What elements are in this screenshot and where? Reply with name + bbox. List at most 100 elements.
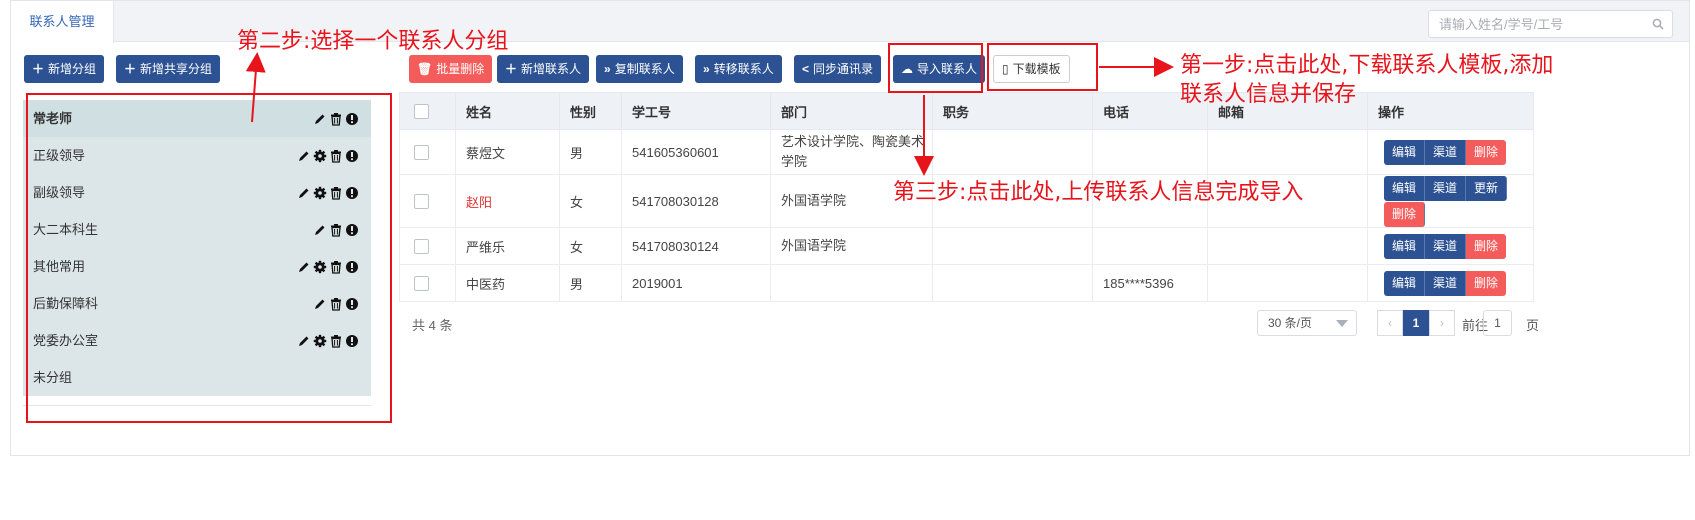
table-row[interactable]: 严维乐女 541708030124 外国语学院 编辑 渠道 删除	[399, 227, 1534, 265]
cell-phone: 185****5396	[1092, 264, 1208, 302]
cell-actions: 编辑 渠道 删除	[1367, 129, 1534, 175]
cell-id: 541708030128	[621, 174, 771, 228]
cell-dept: 艺术设计学院、陶瓷美术学院	[770, 129, 933, 175]
add-contact-button[interactable]: ＋新增联系人	[497, 55, 590, 83]
col-header-title: 职务	[932, 92, 1093, 130]
trash-icon: 🗑	[417, 62, 433, 76]
plus-icon: ＋	[32, 62, 45, 76]
cell-title	[932, 264, 1093, 302]
row-checkbox[interactable]	[414, 239, 429, 255]
plus-icon: ＋	[505, 62, 518, 76]
cell-gender: 男	[559, 129, 622, 175]
cell-actions: 编辑 渠道 删除	[1367, 264, 1534, 302]
cell-title	[932, 129, 1093, 175]
add-shared-group-button[interactable]: ＋新增共享分组	[116, 55, 221, 83]
page-size-select[interactable]: 30 条/页	[1257, 310, 1357, 336]
batch-delete-label: 批量删除	[436, 62, 485, 76]
annotation-box-groups	[26, 93, 392, 423]
row-select-cell	[399, 264, 456, 302]
double-chevron-icon: »	[703, 62, 710, 76]
cell-gender: 女	[559, 227, 622, 265]
page-suffix: 页	[1526, 318, 1540, 333]
cell-phone	[1092, 227, 1208, 265]
sync-contacts-button[interactable]: < 同步通讯录	[794, 55, 882, 83]
channel-button[interactable]: 渠道	[1425, 233, 1467, 259]
select-all-header	[399, 92, 456, 130]
caret-down-icon	[1336, 320, 1348, 327]
cell-name: 中医药	[455, 264, 560, 302]
row-checkbox[interactable]	[414, 145, 429, 161]
edit-button[interactable]: 编辑	[1384, 233, 1426, 259]
page-size-value: 30 条/页	[1268, 316, 1313, 330]
cell-gender: 女	[559, 174, 622, 228]
channel-button[interactable]: 渠道	[1425, 139, 1467, 165]
page-number-current[interactable]: 1	[1403, 310, 1429, 336]
annotation-step1-line2: 联系人信息并保存	[1180, 82, 1357, 107]
chevron-left-icon: ‹	[1388, 316, 1392, 330]
col-header-gender: 性别	[559, 92, 622, 130]
edit-button[interactable]: 编辑	[1384, 139, 1426, 165]
goto-page-input[interactable]: 1	[1483, 310, 1512, 336]
cell-name: 蔡煜文	[455, 129, 560, 175]
batch-delete-button[interactable]: 🗑 批量删除	[409, 55, 493, 83]
search-input[interactable]	[1428, 10, 1673, 38]
edit-button[interactable]: 编辑	[1384, 270, 1426, 296]
copy-contact-button[interactable]: » 复制联系人	[596, 55, 683, 83]
search-icon[interactable]	[1652, 18, 1664, 30]
total-count: 共 4 条	[412, 318, 453, 333]
channel-button[interactable]: 渠道	[1425, 270, 1467, 296]
cell-email	[1207, 264, 1368, 302]
share-icon: <	[802, 62, 810, 76]
cell-email	[1207, 129, 1368, 175]
annotation-step1-line1: 第一步:点击此处,下载联系人模板,添加	[1180, 53, 1554, 78]
table-row[interactable]: 蔡煜文男 541605360601 艺术设计学院、陶瓷美术学院 编辑 渠道 删除	[399, 129, 1534, 175]
add-contact-label: 新增联系人	[521, 62, 582, 76]
prev-page-button[interactable]: ‹	[1377, 310, 1403, 336]
annotation-box-download	[987, 43, 1098, 91]
delete-button[interactable]: 删除	[1384, 201, 1426, 227]
cell-phone	[1092, 129, 1208, 175]
cell-name: 赵阳	[455, 174, 560, 228]
col-header-name: 姓名	[455, 92, 560, 130]
table-header-row: 姓名 性别 学工号 部门 职务 电话 邮箱 操作	[399, 92, 1534, 130]
cell-dept	[770, 264, 933, 302]
cell-id: 541605360601	[621, 129, 771, 175]
row-select-cell	[399, 227, 456, 265]
cell-title	[932, 227, 1093, 265]
cell-name: 严维乐	[455, 227, 560, 265]
cell-id: 541708030124	[621, 227, 771, 265]
col-header-actions: 操作	[1367, 92, 1534, 130]
row-checkbox[interactable]	[414, 194, 429, 210]
update-button[interactable]: 更新	[1466, 175, 1508, 201]
tab-contact-management[interactable]: 联系人管理	[11, 1, 114, 43]
annotation-step2: 第二步:选择一个联系人分组	[237, 29, 509, 54]
plus-icon: ＋	[124, 62, 137, 76]
row-select-cell	[399, 129, 456, 175]
annotation-box-import	[888, 43, 983, 93]
next-page-button[interactable]: ›	[1429, 310, 1455, 336]
col-header-id: 学工号	[621, 92, 771, 130]
delete-button[interactable]: 删除	[1466, 233, 1507, 259]
row-checkbox[interactable]	[414, 276, 429, 292]
channel-button[interactable]: 渠道	[1425, 175, 1467, 201]
cell-id: 2019001	[621, 264, 771, 302]
double-chevron-icon: »	[604, 62, 611, 76]
move-contact-label: 转移联系人	[713, 62, 774, 76]
row-select-cell	[399, 174, 456, 228]
add-shared-group-label: 新增共享分组	[140, 62, 213, 76]
delete-button[interactable]: 删除	[1466, 270, 1507, 296]
copy-contact-label: 复制联系人	[614, 62, 675, 76]
move-contact-button[interactable]: » 转移联系人	[695, 55, 782, 83]
edit-button[interactable]: 编辑	[1384, 175, 1426, 201]
cell-gender: 男	[559, 264, 622, 302]
chevron-right-icon: ›	[1440, 316, 1444, 330]
select-all-checkbox[interactable]	[414, 104, 429, 120]
delete-button[interactable]: 删除	[1466, 139, 1507, 165]
add-group-button[interactable]: ＋新增分组	[24, 55, 105, 83]
cell-actions: 编辑 渠道 删除	[1367, 227, 1534, 265]
cell-dept: 外国语学院	[770, 227, 933, 265]
add-group-label: 新增分组	[48, 62, 97, 76]
sync-contacts-label: 同步通讯录	[813, 62, 874, 76]
table-row[interactable]: 中医药男 2019001 185****5396 编辑 渠道 删除	[399, 264, 1534, 302]
cell-email	[1207, 227, 1368, 265]
